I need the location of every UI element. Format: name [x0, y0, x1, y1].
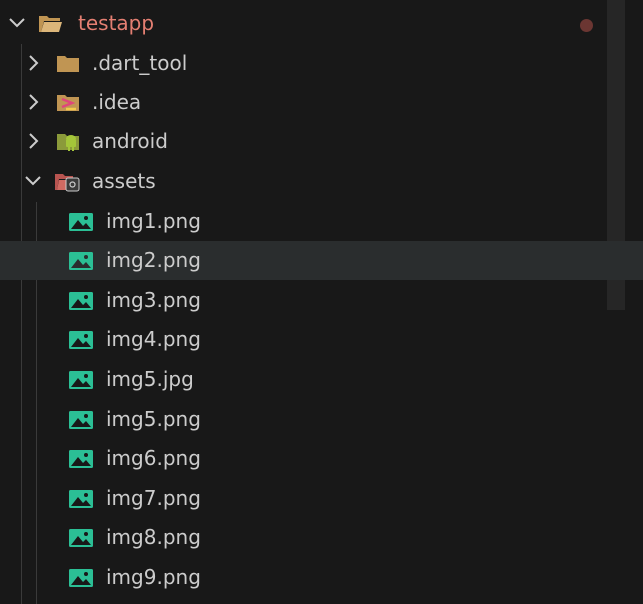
assets-folder-icon [54, 171, 80, 193]
tree-item-label: assets [92, 169, 156, 193]
tree-item-label: img9.png [106, 565, 201, 589]
tree-file-img9-png[interactable]: img9.png [0, 558, 607, 597]
chevron-down-icon [22, 170, 44, 192]
tree-item-label: img2.png [106, 248, 201, 272]
tree-item-label: android [92, 129, 168, 153]
chevron-right-icon [22, 130, 44, 152]
tree-item-label: img3.png [106, 288, 201, 312]
image-icon [69, 527, 93, 549]
tree-item-label: img1.png [106, 209, 201, 233]
tree-item-label: testapp [78, 11, 155, 35]
tree-file-img2-png[interactable]: img2.png [0, 241, 643, 280]
tree-file-img3-png[interactable]: img3.png [0, 281, 607, 320]
image-icon [69, 329, 93, 351]
image-icon [69, 211, 93, 233]
tree-folder-assets[interactable]: assets [0, 162, 607, 201]
tree-folder-idea[interactable]: .idea [0, 83, 607, 122]
image-icon [69, 369, 93, 391]
tree-file-img6-png[interactable]: img6.png [0, 439, 607, 478]
tree-file-img5-png[interactable]: img5.png [0, 400, 607, 439]
tree-root-testapp[interactable]: testapp [0, 4, 607, 43]
tree-item-label: img7.png [106, 486, 201, 510]
tree-file-img1-png[interactable]: img1.png [0, 202, 607, 241]
image-icon [69, 250, 93, 272]
image-icon [69, 448, 93, 470]
tree-item-label: .dart_tool [92, 51, 188, 75]
tree-file-img7-png[interactable]: img7.png [0, 479, 607, 518]
chevron-right-icon [22, 91, 44, 113]
image-icon [69, 290, 93, 312]
idea-folder-icon [56, 92, 80, 114]
tree-item-label: img4.png [106, 327, 201, 351]
tree-folder-android[interactable]: android [0, 122, 607, 161]
tree-file-img4-png[interactable]: img4.png [0, 320, 607, 359]
tree-item-label: img5.jpg [106, 367, 194, 391]
tree-item-label: img8.png [106, 525, 201, 549]
tree-file-img8-png[interactable]: img8.png [0, 518, 607, 557]
tree-item-label: img6.png [106, 446, 201, 470]
folder-icon [56, 53, 80, 75]
image-icon [69, 567, 93, 589]
chevron-right-icon [22, 52, 44, 74]
tree-item-label: .idea [92, 90, 142, 114]
tree-folder-dart-tool[interactable]: .dart_tool [0, 44, 607, 83]
tree-item-label: img5.png [106, 407, 201, 431]
image-icon [69, 488, 93, 510]
chevron-down-icon [6, 12, 28, 34]
android-folder-icon [56, 131, 80, 153]
image-icon [69, 409, 93, 431]
tree-file-img5-jpg[interactable]: img5.jpg [0, 360, 607, 399]
folder-open-icon [38, 13, 62, 35]
modified-indicator [580, 19, 593, 32]
file-explorer: testapp .dart_tool .idea android assets … [0, 0, 643, 604]
